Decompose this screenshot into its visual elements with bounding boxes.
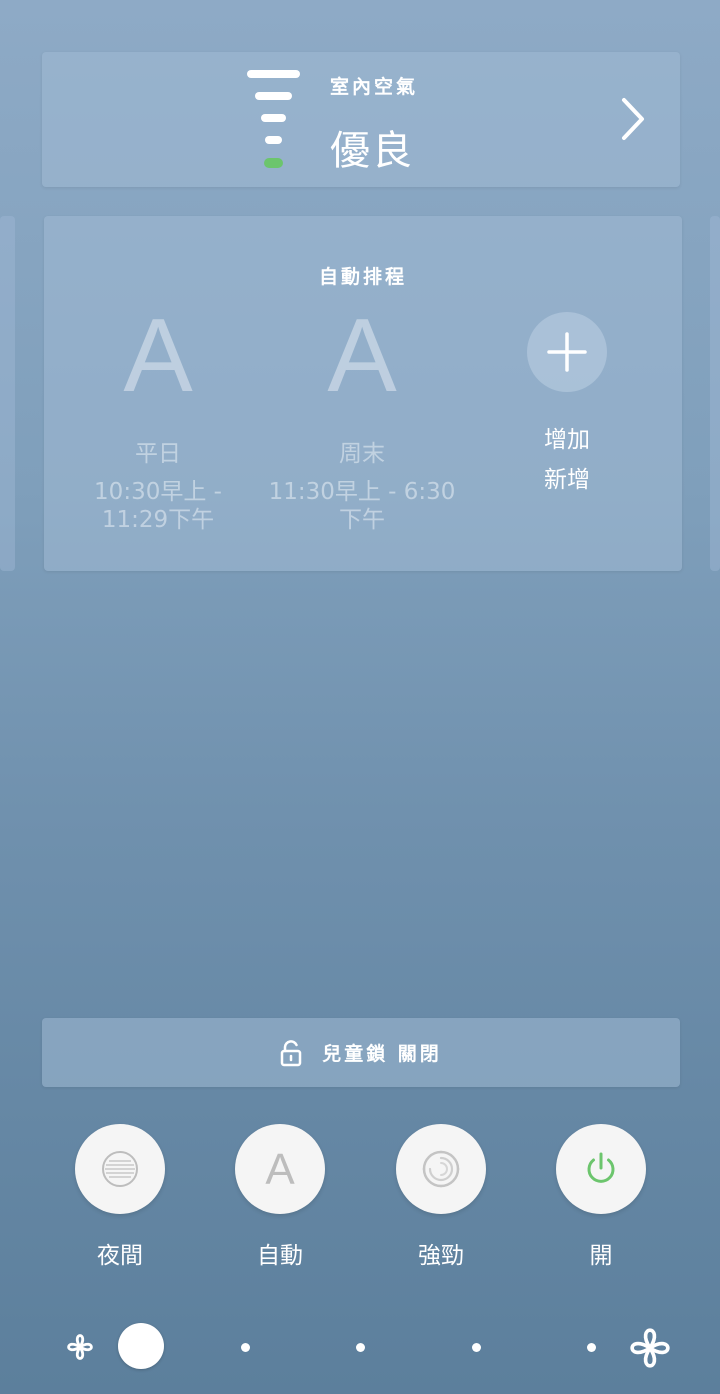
fan-speed-slider[interactable] [0, 1320, 720, 1380]
fan-speed-step[interactable] [587, 1343, 596, 1352]
air-quality-value: 優良 [330, 128, 414, 174]
air-quality-card[interactable]: 室內空氣 優良 [42, 52, 680, 187]
night-icon [102, 1151, 138, 1187]
mode-label: 夜間 [97, 1243, 143, 1269]
add-schedule-label[interactable]: 增加 [467, 420, 667, 454]
power-icon [587, 1152, 615, 1183]
mode-power[interactable]: 開 [541, 1124, 661, 1270]
previous-card-peek[interactable] [0, 216, 15, 571]
schedule-name: 周末 [339, 441, 385, 467]
mode-label: 強勁 [418, 1243, 464, 1269]
fan-speed-knob[interactable] [118, 1323, 164, 1369]
add-schedule-sublabel[interactable]: 新增 [467, 460, 667, 494]
auto-schedule-card: 自動排程 A 平日 10:30早上 - 11:29下午 A 周末 11:30早上… [44, 216, 682, 571]
chevron-right-icon[interactable] [620, 96, 646, 142]
power-button[interactable] [556, 1124, 646, 1214]
night-mode-button[interactable] [75, 1124, 165, 1214]
fan-high-icon [630, 1328, 670, 1368]
unlock-icon [280, 1039, 302, 1066]
fan-speed-step[interactable] [356, 1343, 365, 1352]
mode-night[interactable]: 夜間 [60, 1124, 180, 1270]
mode-label: 自動 [257, 1243, 303, 1269]
auto-icon: A [265, 1149, 295, 1189]
air-quality-indicator [264, 158, 283, 168]
svg-text:A: A [265, 1149, 295, 1189]
auto-mode-icon: A [327, 298, 397, 414]
air-quality-title: 室內空氣 [330, 76, 419, 98]
schedule-item-weekend[interactable]: A 周末 11:30早上 - 6:30 下午 [262, 298, 462, 534]
auto-mode-icon: A [123, 298, 193, 414]
add-schedule-button[interactable] [527, 312, 607, 392]
schedule-time: 11:30早上 - 6:30 下午 [268, 479, 456, 533]
fan-speed-step[interactable] [241, 1343, 250, 1352]
mode-turbo[interactable]: 強勁 [381, 1124, 501, 1270]
next-card-peek[interactable] [710, 216, 720, 571]
schedule-name: 平日 [135, 441, 181, 467]
schedule-title: 自動排程 [318, 266, 407, 288]
mode-auto[interactable]: A 自動 [220, 1124, 340, 1270]
schedule-time: 10:30早上 - 11:29下午 [94, 479, 222, 533]
auto-mode-button[interactable]: A [235, 1124, 325, 1214]
turbo-icon [422, 1150, 460, 1188]
air-quality-level-icon [247, 68, 303, 178]
mode-label: 開 [589, 1243, 613, 1269]
schedule-item-weekday[interactable]: A 平日 10:30早上 - 11:29下午 [58, 298, 258, 534]
child-lock-button[interactable]: 兒童鎖 關閉 [42, 1018, 680, 1087]
turbo-mode-button[interactable] [396, 1124, 486, 1214]
fan-speed-step[interactable] [472, 1343, 481, 1352]
child-lock-label: 兒童鎖 關閉 [322, 1043, 442, 1065]
plus-icon [547, 332, 587, 372]
fan-low-icon [67, 1334, 93, 1360]
